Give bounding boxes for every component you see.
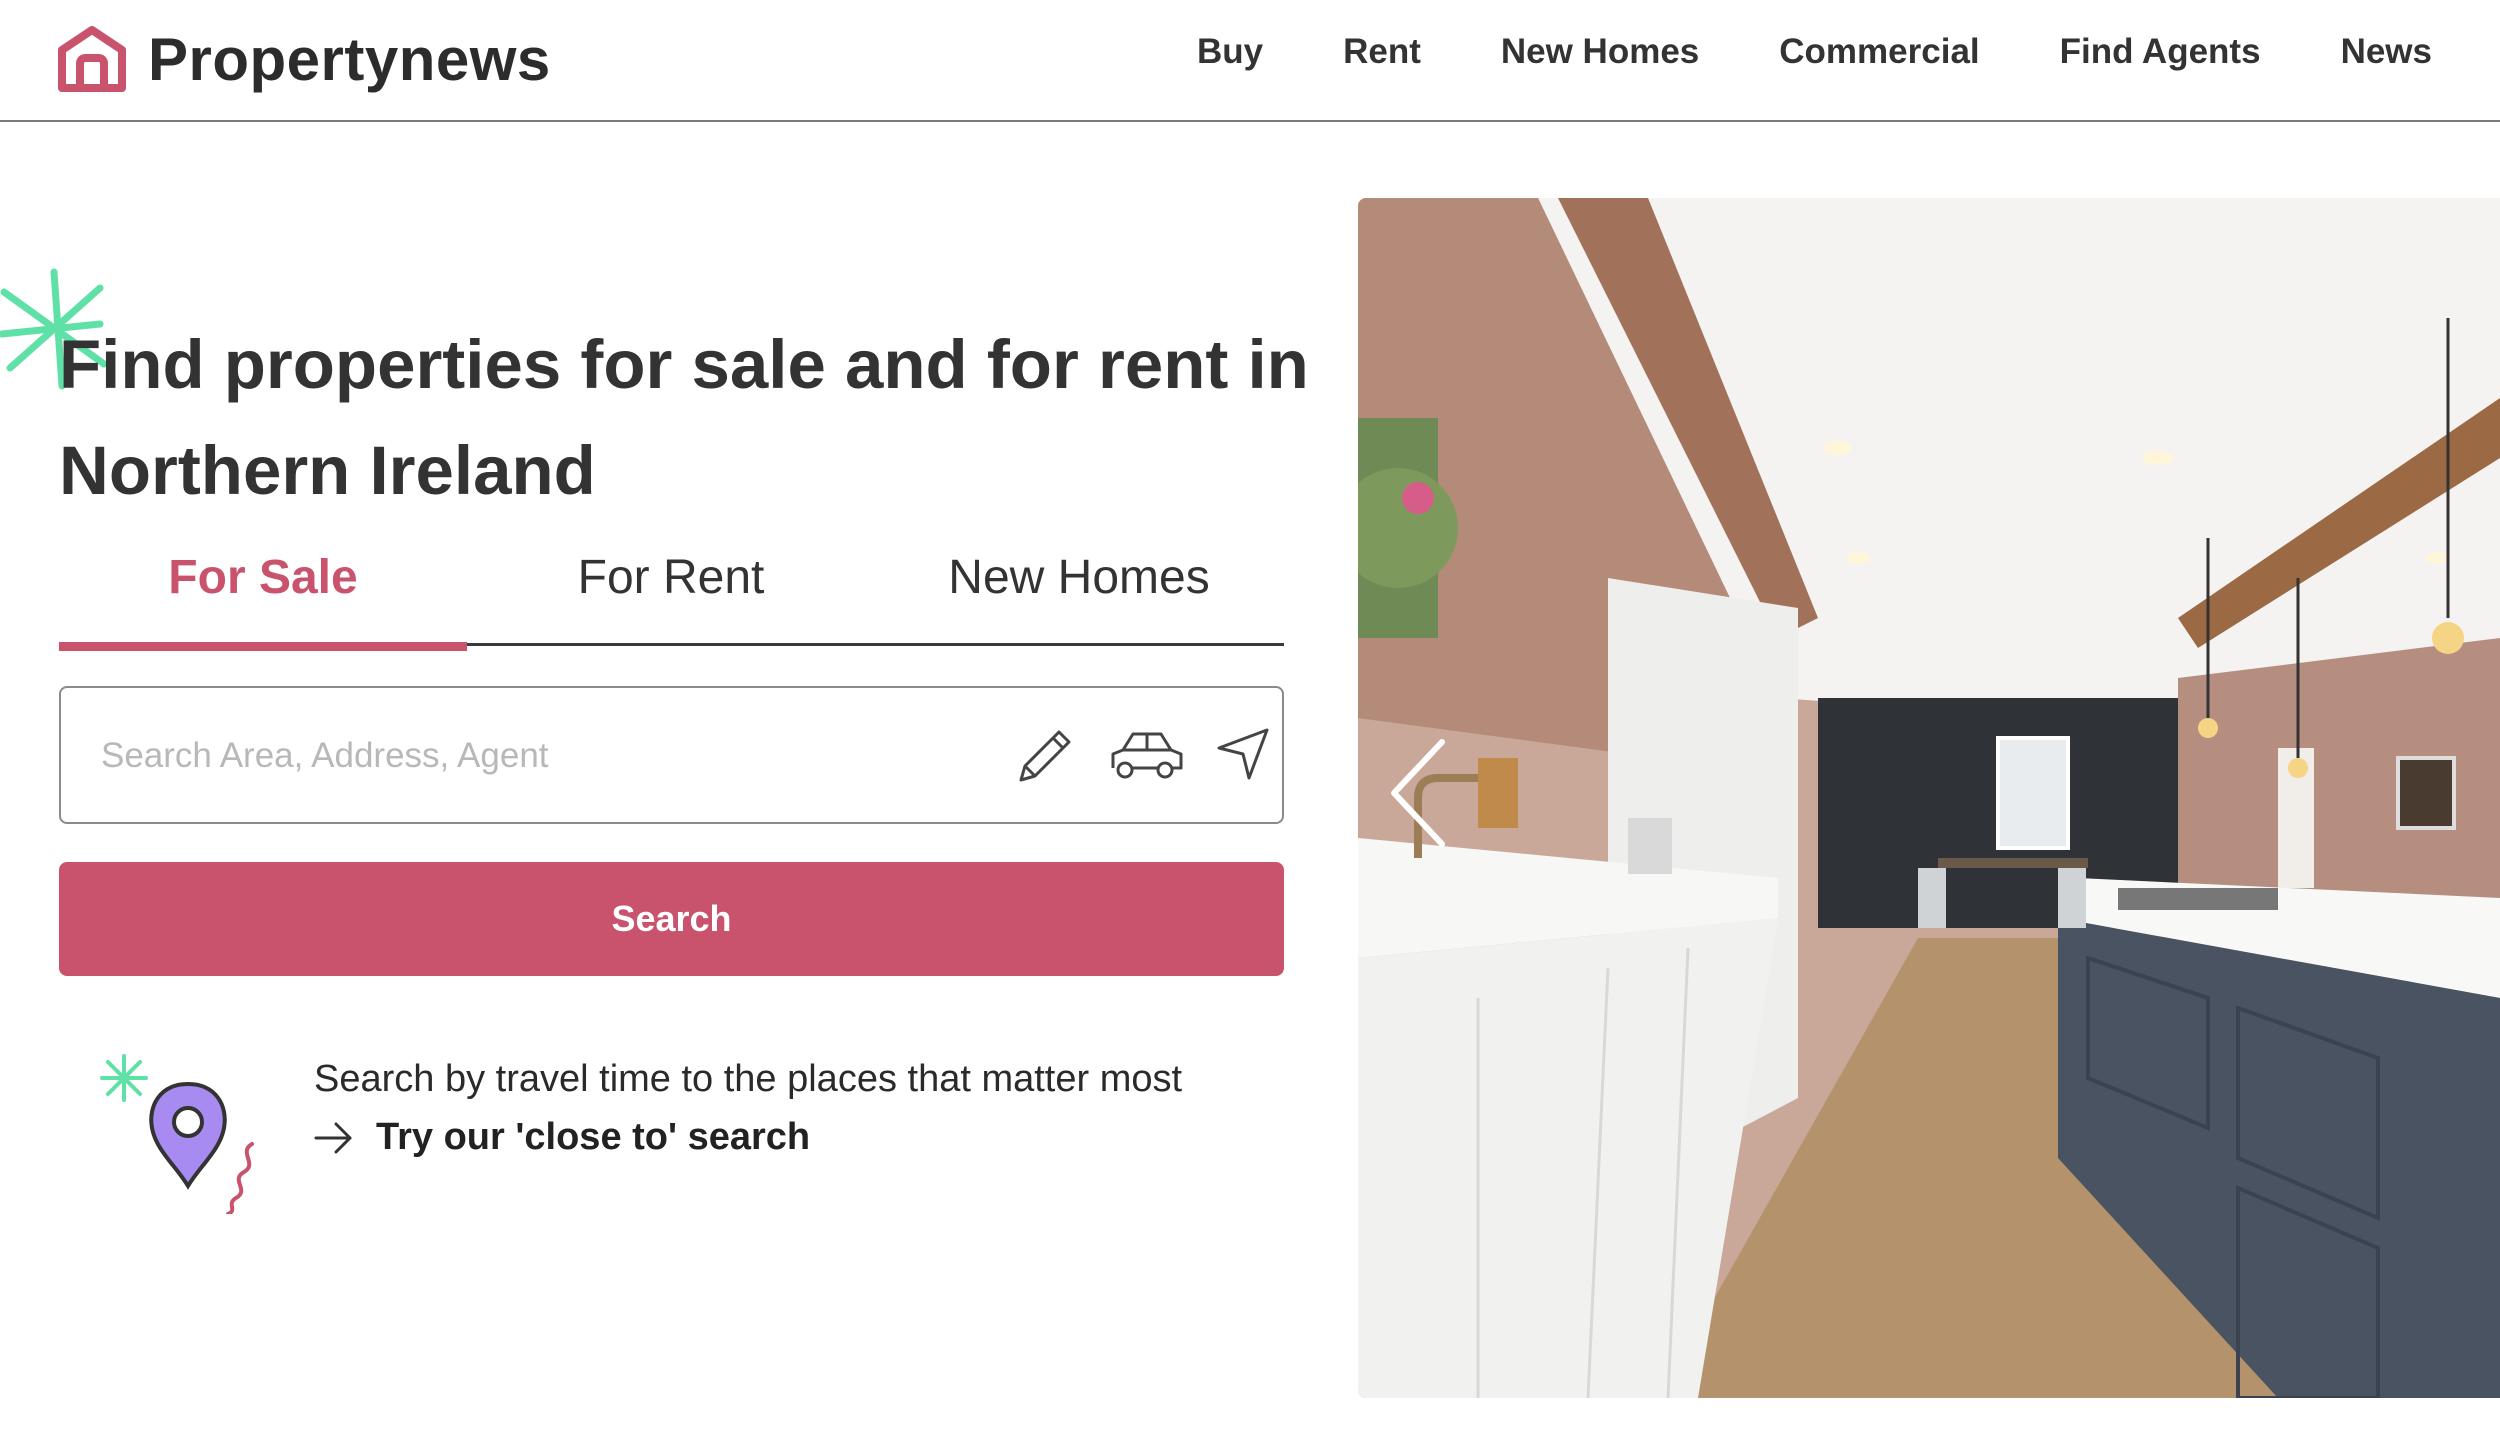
map-pin-icon — [100, 1054, 254, 1214]
main-nav: Buy Rent New Homes Commercial Find Agent… — [1197, 0, 2500, 104]
nav-find-agents[interactable]: Find Agents — [2060, 32, 2261, 72]
search-tabs: For Sale For Rent New Homes — [59, 545, 1284, 651]
search-button[interactable]: Search — [59, 862, 1284, 976]
nav-buy[interactable]: Buy — [1197, 32, 1263, 72]
tab-new-homes[interactable]: New Homes — [875, 545, 1283, 645]
nav-new-homes[interactable]: New Homes — [1501, 32, 1699, 72]
nav-rent[interactable]: Rent — [1343, 32, 1421, 72]
search-box — [59, 686, 1284, 824]
tab-for-rent[interactable]: For Rent — [467, 545, 875, 645]
chevron-left-icon[interactable] — [1388, 738, 1448, 848]
page-headline: Find properties for sale and for rent in… — [59, 326, 1309, 509]
logo-text: Propertynews — [148, 25, 551, 93]
car-icon[interactable] — [1109, 728, 1185, 784]
pencil-icon[interactable] — [1013, 724, 1077, 788]
hero-carousel — [1358, 198, 2500, 1398]
arrow-right-icon — [314, 1122, 352, 1153]
travel-time-text: Search by travel time to the places that… — [314, 1058, 1183, 1100]
tab-for-sale[interactable]: For Sale — [59, 545, 467, 651]
site-logo[interactable]: Propertynews — [56, 16, 551, 102]
close-to-search-link[interactable]: Try our 'close to' search — [314, 1116, 810, 1159]
location-arrow-icon[interactable] — [1213, 724, 1273, 784]
house-logo-icon — [58, 26, 126, 92]
close-to-link-label: Try our 'close to' search — [376, 1116, 811, 1158]
kitchen-photo — [1358, 198, 2500, 1398]
nav-news[interactable]: News — [2341, 32, 2432, 72]
site-header: Propertynews Buy Rent New Homes Commerci… — [0, 0, 2500, 122]
search-input[interactable] — [101, 718, 1001, 794]
nav-commercial[interactable]: Commercial — [1779, 32, 1979, 72]
